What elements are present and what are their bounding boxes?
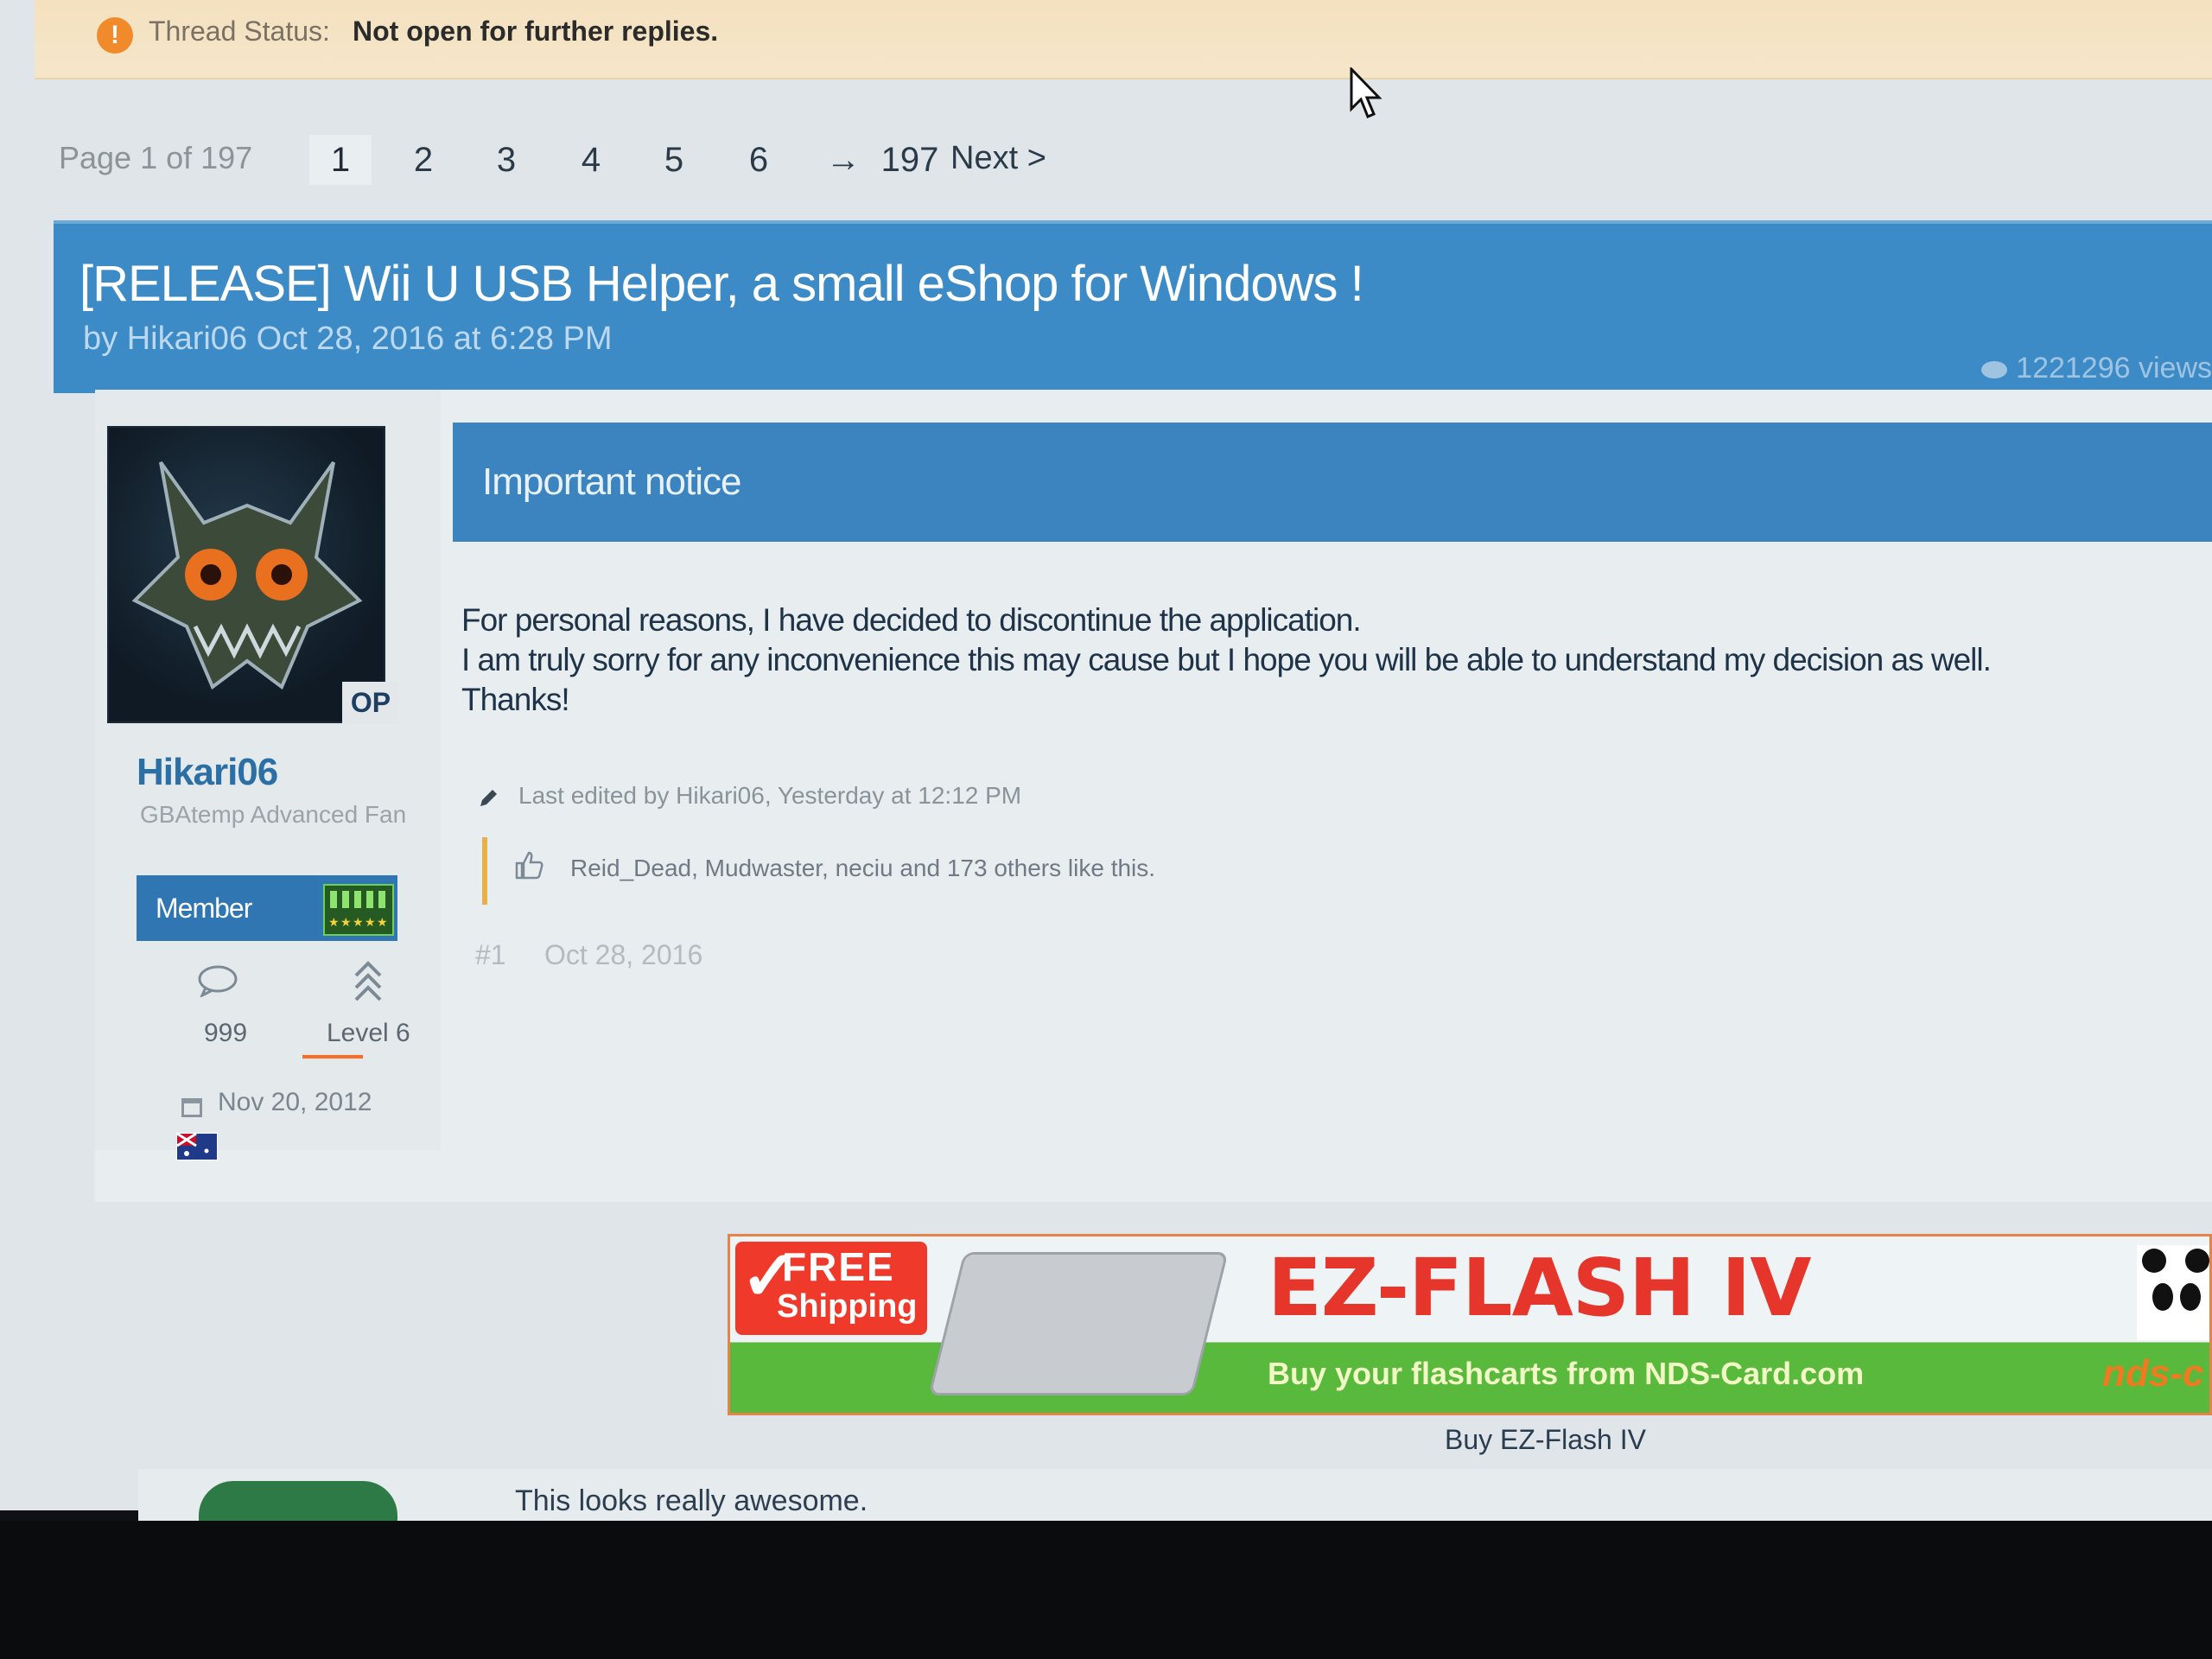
member-role: Member bbox=[156, 893, 252, 924]
thread-meta: by Hikari06 Oct 28, 2016 at 6:28 PM bbox=[83, 321, 613, 357]
post-line-3: Thanks! bbox=[461, 682, 570, 717]
level-label: Level 6 bbox=[327, 1019, 410, 1047]
thread-title: [RELEASE] Wii U USB Helper, a small eSho… bbox=[79, 256, 1364, 312]
flashcart-image bbox=[928, 1252, 1229, 1395]
next-post-preview: This looks really awesome. bbox=[138, 1469, 2212, 1521]
page-jump-arrow[interactable]: → bbox=[812, 135, 874, 185]
level-progress-bar bbox=[302, 1055, 363, 1058]
likes-text[interactable]: Reid_Dead, Mudwaster, neciu and 173 othe… bbox=[570, 855, 1155, 882]
ad-banner[interactable]: ✓ FREE Shipping EZ-FLASH IV Buy your fla… bbox=[728, 1234, 2212, 1415]
thread-status-label: Thread Status: bbox=[149, 16, 330, 47]
first-post: OP Hikari06 GBAtemp Advanced Fan Member … bbox=[95, 390, 2212, 1202]
post-line-1: For personal reasons, I have decided to … bbox=[461, 602, 1362, 638]
page-link-1[interactable]: 1 bbox=[309, 135, 372, 185]
free-shipping-badge: ✓ FREE Shipping bbox=[735, 1242, 927, 1335]
likes-bar bbox=[482, 837, 487, 905]
page-info: Page 1 of 197 bbox=[59, 140, 253, 175]
notice-header: Important notice bbox=[453, 423, 2212, 542]
page-link-2[interactable]: 2 bbox=[392, 135, 454, 185]
calendar-icon bbox=[181, 1098, 202, 1117]
message-bubble-icon bbox=[198, 965, 238, 997]
pencil-icon bbox=[480, 790, 497, 806]
post-line-2: I am truly sorry for any inconvenience t… bbox=[461, 642, 1992, 677]
op-badge: OP bbox=[342, 682, 399, 723]
page-link-6[interactable]: 6 bbox=[728, 135, 790, 185]
page-link-5[interactable]: 5 bbox=[643, 135, 705, 185]
rank-badge-icon: ★ ★ ★ ★ ★ bbox=[323, 884, 394, 936]
eye-icon bbox=[1981, 361, 2008, 379]
panda-icon bbox=[2137, 1245, 2209, 1340]
mouse-cursor-icon bbox=[1350, 67, 1382, 118]
next-post-text: This looks really awesome. bbox=[515, 1484, 868, 1517]
post-permalink[interactable]: #1 bbox=[475, 939, 506, 971]
thumbs-up-icon bbox=[515, 851, 543, 880]
views-count: 1221296 views bbox=[2016, 352, 2212, 385]
thread-status-bar: ! Thread Status: Not open for further re… bbox=[35, 0, 2212, 79]
page-link-last[interactable]: 197 bbox=[871, 135, 949, 185]
browser-screen: ! Thread Status: Not open for further re… bbox=[0, 0, 2212, 1521]
level-chevrons-icon bbox=[354, 961, 382, 1001]
edited-note: Last edited by Hikari06, Yesterday at 12… bbox=[518, 782, 1022, 809]
avatar[interactable] bbox=[199, 1481, 397, 1521]
ad-heading: EZ-FLASH IV bbox=[1268, 1242, 1812, 1334]
page-link-3[interactable]: 3 bbox=[475, 135, 537, 185]
member-banner: Member ★ ★ ★ ★ ★ bbox=[137, 875, 397, 941]
next-page-link[interactable]: Next > bbox=[950, 140, 1046, 177]
username[interactable]: Hikari06 bbox=[137, 751, 278, 794]
ad-caption-link[interactable]: Buy EZ-Flash IV bbox=[1445, 1424, 1646, 1456]
user-title: GBAtemp Advanced Fan bbox=[140, 801, 407, 828]
thread-views: 1221296 views bbox=[1981, 352, 2212, 385]
australia-flag-icon bbox=[176, 1133, 218, 1160]
ad-badge-shipping: Shipping bbox=[777, 1288, 918, 1325]
post-date: Oct 28, 2016 bbox=[544, 939, 703, 970]
warning-icon: ! bbox=[97, 17, 133, 54]
ad-badge-free: FREE bbox=[782, 1244, 895, 1289]
ad-brand-logo: nds-c bbox=[2102, 1352, 2204, 1395]
join-date: Nov 20, 2012 bbox=[218, 1088, 372, 1116]
avatar[interactable] bbox=[107, 426, 385, 723]
thread-header: [RELEASE] Wii U USB Helper, a small eSho… bbox=[54, 220, 2212, 393]
ad-tagline: Buy your flashcarts from NDS-Card.com bbox=[1268, 1356, 1865, 1391]
page-link-4[interactable]: 4 bbox=[560, 135, 622, 185]
user-info-panel: OP Hikari06 GBAtemp Advanced Fan Member … bbox=[95, 390, 441, 1160]
notice-title: Important notice bbox=[482, 461, 741, 503]
thread-status-value: Not open for further replies. bbox=[353, 16, 719, 47]
majora-mask-image bbox=[131, 461, 363, 690]
message-count: 999 bbox=[204, 1019, 248, 1047]
monitor-bezel-bottom bbox=[0, 1521, 2212, 1659]
